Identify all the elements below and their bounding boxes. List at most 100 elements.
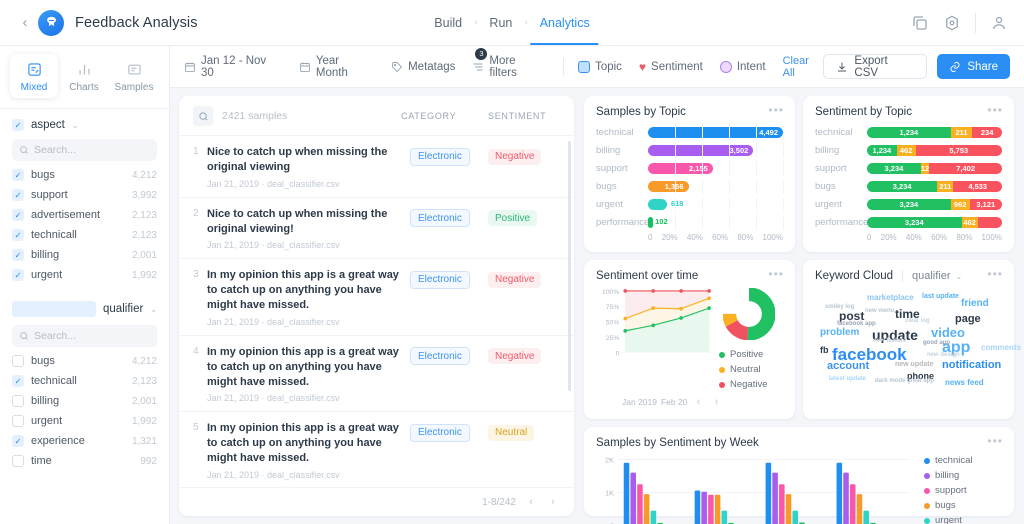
keyword[interactable]: new feature: [873, 338, 906, 344]
pagination-prev-button[interactable]: ‹: [524, 495, 538, 509]
table-row[interactable]: 3 In my opinion this app is a great way …: [179, 258, 574, 335]
pagination-next-button[interactable]: ›: [546, 495, 560, 509]
bar-label: bugs: [596, 181, 617, 192]
list-item[interactable]: time 992: [12, 451, 157, 471]
keyword[interactable]: notification: [942, 360, 1001, 371]
keyword[interactable]: good app: [923, 340, 950, 346]
facet-item-label: bugs: [31, 355, 55, 367]
top-bar: ‹ Feedback Analysis Build › Run › Analyt…: [0, 0, 1024, 46]
list-item[interactable]: urgent 1,992: [12, 411, 157, 431]
checkbox[interactable]: [12, 435, 24, 447]
chip-sentiment[interactable]: ♥ Sentiment: [639, 61, 703, 73]
list-item[interactable]: technicall 2,123: [12, 371, 157, 391]
nav-item-run[interactable]: Run: [486, 16, 515, 30]
checkbox[interactable]: [12, 229, 24, 241]
list-item[interactable]: bugs 4,212: [12, 165, 157, 185]
keyword[interactable]: marketplace: [867, 294, 914, 302]
checkbox[interactable]: [12, 415, 24, 427]
list-item[interactable]: billing 2,001: [12, 391, 157, 411]
checkbox[interactable]: [12, 269, 24, 281]
keyword[interactable]: problem: [820, 328, 859, 338]
tab-samples[interactable]: Samples: [110, 54, 158, 98]
table-row[interactable]: 2 Nice to catch up when missing the orig…: [179, 196, 574, 259]
checkbox[interactable]: [12, 249, 24, 261]
list-item[interactable]: experience 1,321: [12, 431, 157, 451]
samples-search-button[interactable]: [193, 106, 213, 126]
keyword[interactable]: news feed: [945, 379, 984, 387]
keyword[interactable]: new menu: [865, 308, 894, 314]
keyword[interactable]: new design: [927, 352, 960, 358]
list-item[interactable]: urgent 1,992: [12, 265, 157, 285]
card-menu-button[interactable]: •••: [987, 104, 1003, 116]
filter-year-month[interactable]: Year Month: [299, 55, 374, 79]
nav-item-build[interactable]: Build: [431, 16, 465, 30]
list-item[interactable]: support 3,992: [12, 185, 157, 205]
clear-all-button[interactable]: Clear All: [783, 55, 824, 79]
card-menu-button[interactable]: •••: [768, 268, 784, 280]
list-item[interactable]: technicall 2,123: [12, 225, 157, 245]
keyword[interactable]: comments: [981, 344, 1021, 352]
facet-aspect-search[interactable]: Search...: [12, 139, 157, 161]
keyword[interactable]: video: [931, 326, 965, 339]
share-button[interactable]: Share: [937, 54, 1010, 79]
copy-icon[interactable]: [911, 14, 929, 32]
keyword[interactable]: page: [955, 314, 981, 325]
checkbox[interactable]: [12, 169, 24, 181]
data-point: [679, 289, 683, 293]
keyword[interactable]: facebook app: [837, 321, 876, 327]
keyword[interactable]: new update: [895, 361, 934, 368]
table-row[interactable]: 4 In my opinion this app is a great way …: [179, 334, 574, 412]
keyword[interactable]: latest update: [829, 376, 866, 382]
keyword[interactable]: great app: [907, 378, 934, 384]
checkbox[interactable]: [12, 455, 24, 467]
table-row[interactable]: 1 Nice to catch up when missing the orig…: [179, 135, 574, 197]
back-button[interactable]: ‹: [12, 14, 38, 31]
keyword[interactable]: smiley log: [825, 304, 854, 310]
facet-aspect-checkbox[interactable]: [12, 119, 24, 131]
filter-date-range[interactable]: Jan 12 - Nov 30: [184, 55, 282, 79]
nav-item-analytics[interactable]: Analytics: [530, 16, 599, 45]
facet-qualifier-header[interactable]: qualifier ⌄: [12, 301, 157, 317]
keyword[interactable]: last update: [922, 293, 959, 300]
list-item[interactable]: billing 2,001: [12, 245, 157, 265]
tab-mixed[interactable]: Mixed: [10, 54, 58, 98]
card-menu-button[interactable]: •••: [987, 435, 1003, 447]
chart-next-button[interactable]: ›: [709, 395, 723, 409]
keyword[interactable]: account: [827, 361, 869, 372]
checkbox[interactable]: [12, 395, 24, 407]
chevron-down-icon[interactable]: ⌄: [150, 305, 157, 314]
bar-value: 102: [655, 217, 668, 226]
status-badge: Negative: [488, 148, 542, 165]
chip-intent[interactable]: Intent: [719, 60, 766, 73]
filter-metatags[interactable]: Metatags: [391, 61, 455, 73]
keyword[interactable]: clear log: [905, 318, 930, 324]
list-item[interactable]: advertisement 2,123: [12, 205, 157, 225]
filter-more-filters[interactable]: 3 More filters: [472, 47, 546, 79]
facet-qualifier-search[interactable]: Search...: [12, 325, 157, 347]
keyword[interactable]: fb: [820, 346, 829, 355]
legend-dot: [719, 381, 725, 388]
keyword[interactable]: dark mode: [875, 378, 905, 384]
checkbox[interactable]: [12, 355, 24, 367]
account-icon[interactable]: [990, 14, 1008, 32]
chip-topic[interactable]: Topic: [578, 60, 622, 73]
chip-sentiment-label: Sentiment: [651, 60, 703, 73]
chart-prev-button[interactable]: ‹: [691, 395, 705, 409]
chevron-down-icon[interactable]: ⌄: [72, 121, 79, 130]
tab-charts[interactable]: Charts: [60, 54, 108, 98]
checkbox[interactable]: [12, 189, 24, 201]
card-menu-button[interactable]: •••: [768, 104, 784, 116]
checkbox[interactable]: [12, 375, 24, 387]
facet-qualifier-checkbox[interactable]: [12, 301, 97, 317]
card-menu-button[interactable]: •••: [987, 268, 1003, 280]
table-row[interactable]: 5 In my opinion this app is a great way …: [179, 411, 574, 487]
settings-icon[interactable]: [943, 14, 961, 32]
legend-dot: [924, 487, 930, 494]
keyword[interactable]: friend: [961, 299, 989, 309]
keyword-cloud-selector[interactable]: qualifier ⌄: [901, 270, 962, 282]
facet-aspect-header[interactable]: aspect ⌄: [12, 119, 157, 131]
checkbox[interactable]: [12, 209, 24, 221]
samples-scrollbar[interactable]: [568, 141, 571, 391]
export-csv-button[interactable]: Export CSV: [823, 54, 928, 79]
list-item[interactable]: bugs 4,212: [12, 351, 157, 371]
